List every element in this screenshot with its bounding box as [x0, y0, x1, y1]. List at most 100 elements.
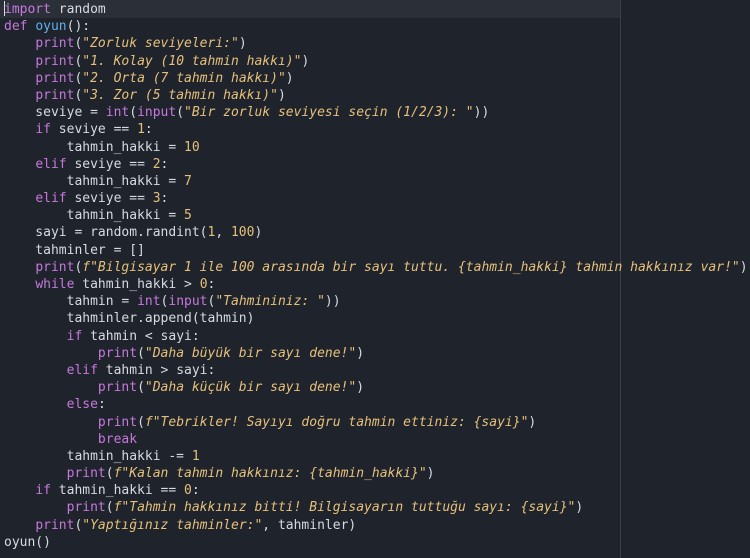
code-token: (: [137, 414, 145, 430]
code-line[interactable]: print("3. Zor (5 tahmin hakkı)"): [4, 87, 748, 104]
code-token: 100: [230, 225, 255, 241]
code-token: 7: [184, 173, 192, 189]
code-token: ): [254, 225, 263, 241]
code-token: :: [191, 483, 200, 499]
code-token: :: [160, 191, 169, 207]
code-line[interactable]: break: [4, 431, 748, 448]
code-token: break: [97, 431, 138, 447]
code-line[interactable]: print("Yaptığınız tahminler:", tahminler…: [4, 517, 748, 534]
code-token: print: [35, 70, 75, 86]
code-token: print: [35, 53, 75, 69]
code-line[interactable]: if seviye == 1:: [4, 121, 748, 138]
code-token: if: [35, 122, 51, 138]
code-token: ): [301, 53, 310, 69]
code-line[interactable]: print("2. Orta (7 tahmin hakkı)"): [4, 70, 748, 87]
code-token: :: [144, 122, 153, 138]
code-line[interactable]: elif seviye == 2:: [4, 156, 748, 173]
code-line[interactable]: tahminler.append(tahmin): [4, 310, 748, 327]
code-token: )): [324, 294, 341, 310]
code-token: "Yaptığınız tahminler:": [82, 517, 263, 533]
code-token: tahmin_hakki =: [4, 139, 185, 155]
code-token: :: [207, 277, 216, 292]
code-token: print: [35, 259, 75, 275]
code-editor[interactable]: import random def oyun(): print("Zorluk s…: [0, 0, 750, 558]
code-token: elif: [66, 362, 98, 378]
code-token: 10: [184, 139, 200, 155]
code-token: ): [739, 259, 748, 275]
code-line[interactable]: oyun(): [4, 534, 748, 551]
code-token: 1: [137, 122, 145, 138]
code-token: tahmin_hakki ==: [50, 483, 185, 499]
code-line[interactable]: print(f"Tahmin hakkınız bitti! Bilgisaya…: [4, 499, 748, 516]
code-token: ): [356, 380, 365, 396]
code-token: ): [285, 70, 294, 86]
code-line[interactable]: tahmin_hakki -= 1: [4, 448, 748, 465]
code-token: seviye ==: [66, 191, 153, 207]
code-token: "Daha küçük bir sayı dene!": [144, 380, 357, 396]
code-line[interactable]: while tahmin_hakki > 0:: [4, 276, 748, 293]
code-token: input: [137, 105, 177, 121]
code-token: tahminler.append(tahmin): [4, 311, 255, 327]
code-token: ): [426, 466, 435, 482]
code-line[interactable]: print(f"Tebrikler! Sayıyı doğru tahmin e…: [4, 414, 748, 431]
code-line[interactable]: tahmin_hakki = 7: [4, 173, 748, 190]
code-token: import: [4, 2, 51, 17]
code-line[interactable]: print("Daha küçük bir sayı dene!"): [4, 379, 748, 396]
code-line[interactable]: def oyun():: [4, 18, 748, 35]
code-token: tahmin_hakki =: [4, 173, 185, 189]
code-line[interactable]: tahmin_hakki = 10: [4, 139, 748, 156]
code-line[interactable]: print(f"Bilgisayar 1 ile 100 arasında bi…: [4, 259, 748, 276]
code-token: (: [176, 105, 185, 121]
code-line[interactable]: print(f"Kalan tahmin hakkınız: {tahmin_h…: [4, 465, 748, 482]
code-token: 3: [152, 191, 161, 207]
code-line[interactable]: import random: [4, 1, 748, 18]
code-token: def: [4, 19, 36, 35]
code-token: "1. Kolay (10 tahmin hakkı)": [82, 53, 302, 69]
code-token: elif: [35, 156, 67, 172]
code-line[interactable]: if tahmin < sayi:: [4, 328, 748, 345]
code-line[interactable]: tahmin = int(input("Tahmininiz: ")): [4, 293, 748, 310]
code-line[interactable]: elif seviye == 3:: [4, 190, 748, 207]
code-token: f"Tahmin hakkınız bitti! Bilgisayarın tu…: [113, 500, 576, 516]
code-token: 2: [152, 156, 161, 172]
code-token: input: [168, 294, 208, 310]
code-token: (: [137, 380, 145, 396]
code-token: if: [35, 483, 51, 499]
code-line[interactable]: tahminler = []: [4, 242, 748, 259]
code-line[interactable]: if tahmin_hakki == 0:: [4, 482, 748, 499]
code-line[interactable]: tahmin_hakki = 5: [4, 207, 748, 224]
code-line[interactable]: else:: [4, 396, 748, 413]
code-text[interactable]: import random def oyun(): print("Zorluk s…: [4, 1, 748, 551]
code-token: ,: [215, 225, 231, 241]
code-token: tahmin =: [4, 294, 138, 310]
code-token: 0: [199, 277, 208, 292]
code-token: random: [50, 2, 106, 17]
code-line[interactable]: print("1. Kolay (10 tahmin hakkı)"): [4, 53, 748, 70]
code-token: :: [97, 397, 106, 413]
code-line[interactable]: sayi = random.randint(1, 100): [4, 224, 748, 241]
code-token: (: [137, 345, 145, 361]
code-token: "3. Zor (5 tahmin hakkı)": [82, 87, 278, 103]
code-token: print: [97, 414, 138, 430]
code-token: oyun(): [4, 534, 51, 550]
code-token: "Bir zorluk seviyesi seçin (1/2/3): ": [184, 105, 474, 121]
code-line[interactable]: seviye = int(input("Bir zorluk seviyesi …: [4, 104, 748, 121]
code-token: :: [160, 156, 169, 172]
code-token: ): [528, 414, 537, 430]
code-token: tahmin_hakki =: [4, 208, 185, 224]
code-line[interactable]: print("Daha büyük bir sayı dene!"): [4, 345, 748, 362]
code-line[interactable]: print("Zorluk seviyeleri:"): [4, 35, 748, 52]
code-token: tahmin < sayi:: [82, 328, 200, 344]
code-line[interactable]: elif tahmin > sayi:: [4, 362, 748, 379]
